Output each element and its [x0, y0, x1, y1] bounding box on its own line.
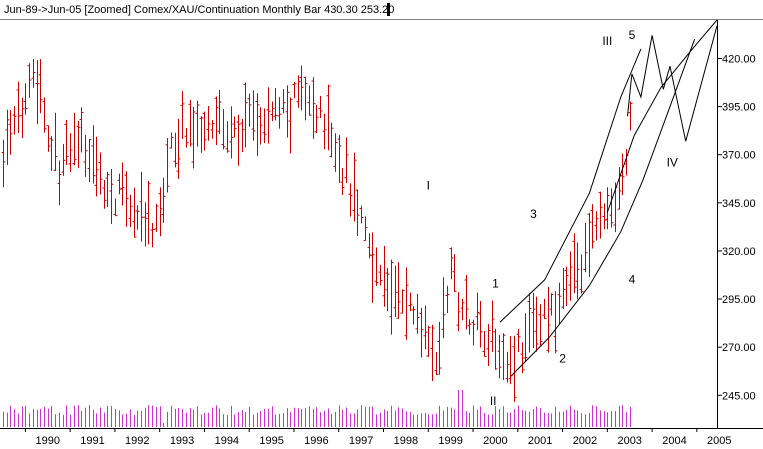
x-tick-label: 2000: [483, 435, 507, 447]
chart-background: [0, 0, 763, 449]
y-tick-label: 420.00: [722, 53, 756, 65]
x-tick-label: 1992: [125, 435, 149, 447]
price-chart[interactable]: Jun-89->Jun-05 [Zoomed] Comex/XAU/Contin…: [0, 0, 763, 449]
x-tick-label: 1998: [394, 435, 418, 447]
chart-title: Jun-89->Jun-05 [Zoomed] Comex/XAU/Contin…: [4, 4, 394, 16]
x-tick-label: 2001: [528, 435, 552, 447]
wave-label: IV: [667, 155, 678, 169]
y-tick-label: 370.00: [722, 150, 756, 162]
wave-label: II: [490, 394, 497, 408]
x-tick-label: 1991: [80, 435, 104, 447]
x-tick-label: 1994: [215, 435, 239, 447]
wave-label: III: [602, 34, 612, 48]
y-tick-label: 245.00: [722, 390, 756, 402]
title-cursor: [387, 3, 390, 16]
chart-window: Jun-89->Jun-05 [Zoomed] Comex/XAU/Contin…: [0, 0, 763, 449]
x-tick-label: 1999: [438, 435, 462, 447]
y-tick-label: 345.00: [722, 198, 756, 210]
wave-label: 4: [629, 273, 636, 287]
wave-label: 1: [492, 277, 499, 291]
wave-label: 2: [559, 352, 566, 366]
x-tick-label: 1995: [259, 435, 283, 447]
y-tick-label: 270.00: [722, 342, 756, 354]
x-tick-label: 2002: [573, 435, 597, 447]
y-tick-label: 395.00: [722, 102, 756, 114]
x-tick-label: 1993: [170, 435, 194, 447]
wave-label: I: [427, 178, 430, 192]
x-tick-label: 1990: [36, 435, 60, 447]
x-tick-label: 2003: [617, 435, 641, 447]
x-tick-label: 1997: [349, 435, 373, 447]
x-tick-label: 2004: [662, 435, 686, 447]
y-tick-label: 320.00: [722, 246, 756, 258]
x-tick-label: 1996: [304, 435, 328, 447]
wave-label: 5: [629, 28, 636, 42]
wave-label: 3: [530, 207, 537, 221]
x-tick-label: 2005: [707, 435, 731, 447]
y-tick-label: 295.00: [722, 294, 756, 306]
